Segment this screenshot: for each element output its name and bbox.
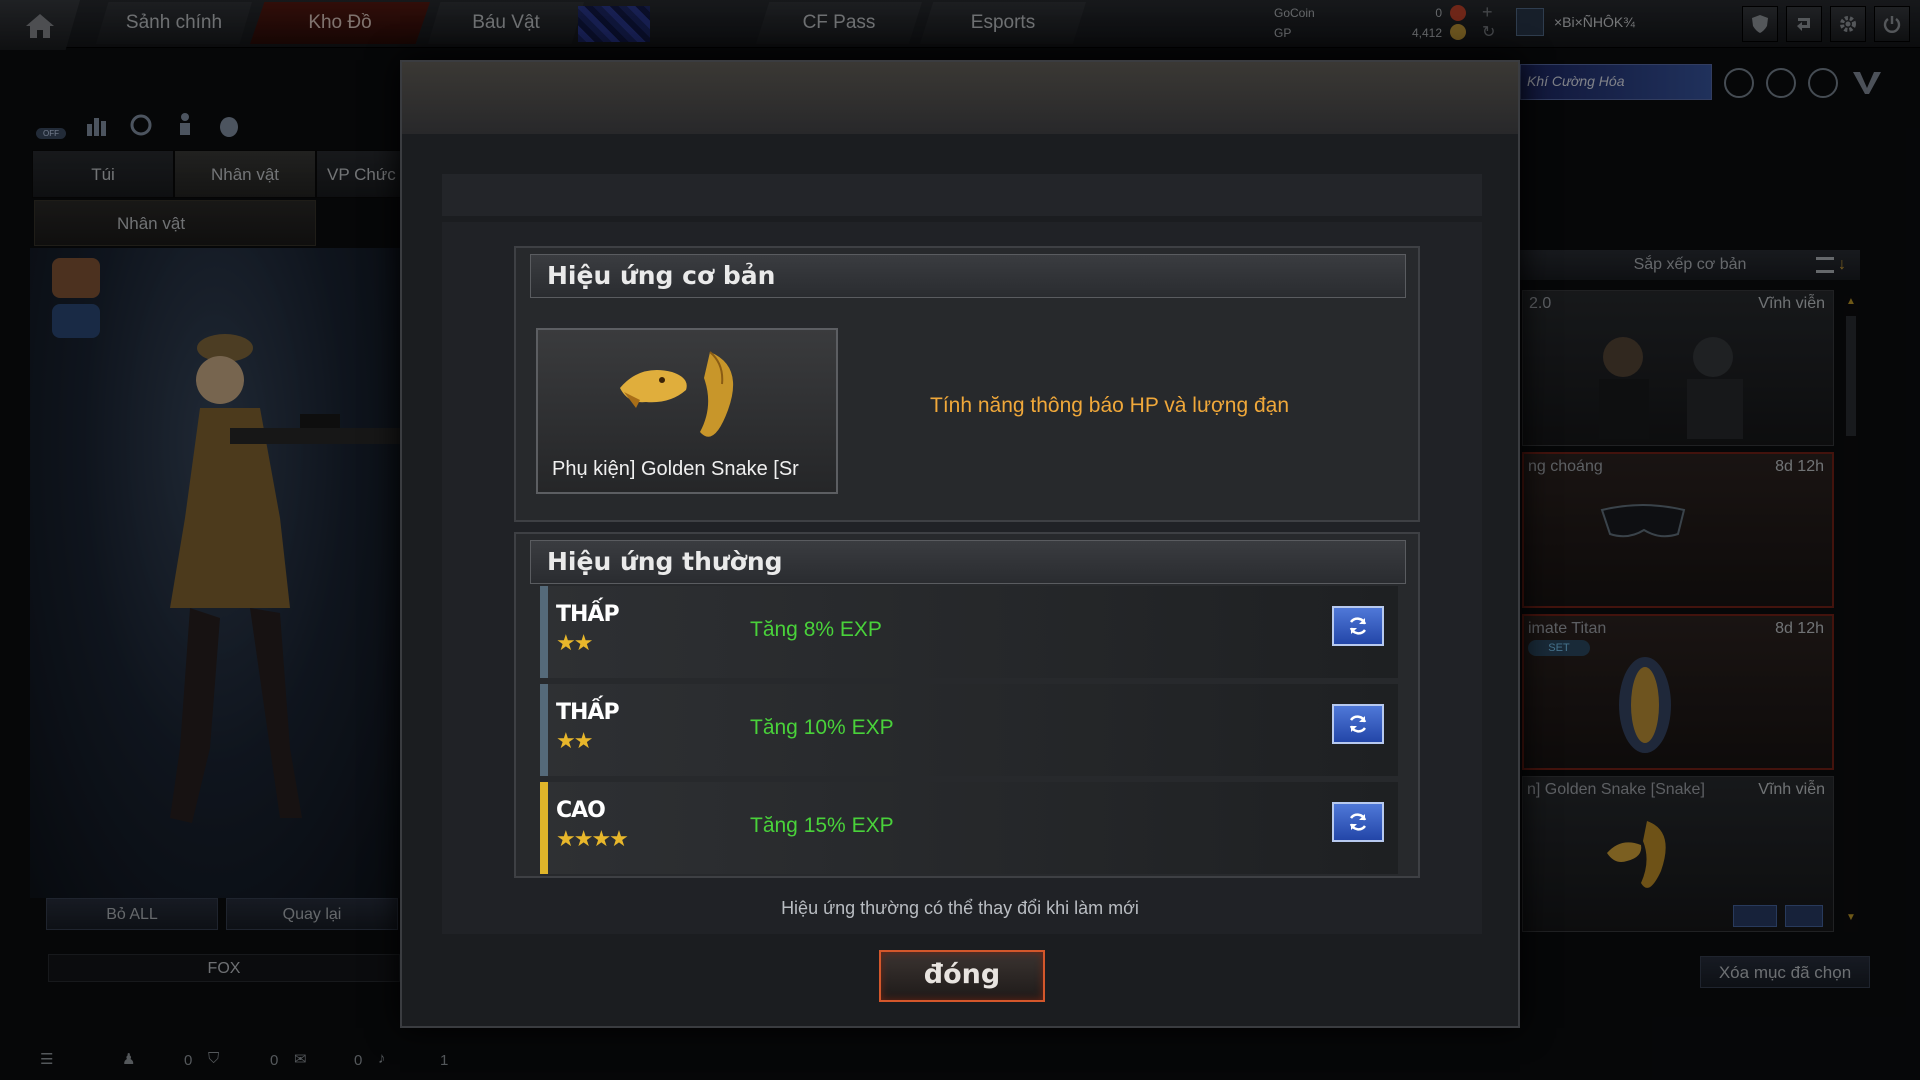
tier-indicator: [540, 586, 548, 678]
golden-snake-icon: [620, 351, 734, 437]
effect-text: Tăng 8% EXP: [750, 618, 882, 641]
effect-tier: THẤP: [556, 700, 620, 725]
refresh-effect-button[interactable]: [1332, 802, 1384, 842]
close-button[interactable]: đóng: [879, 950, 1045, 1002]
dialog-header: [402, 62, 1518, 134]
refresh-note: Hiệu ứng thường có thể thay đổi khi làm …: [781, 898, 1139, 918]
basic-effect-section: Hiệu ứng cơ bản Phụ kiện] Golden Snake […: [514, 246, 1420, 522]
refresh-effect-button[interactable]: [1332, 704, 1384, 744]
refresh-effect-button[interactable]: [1332, 606, 1384, 646]
item-name: Phụ kiện] Golden Snake [Sr: [552, 458, 799, 480]
effect-row: THẤP ★★ Tăng 8% EXP: [540, 586, 1398, 678]
normal-effect-title: Hiệu ứng thường: [530, 540, 1406, 584]
basic-effect-description: Tính năng thông báo HP và lượng đạn: [930, 394, 1290, 417]
refresh-icon: [1349, 617, 1367, 635]
effect-row: CAO ★★★★ Tăng 15% EXP: [540, 782, 1398, 874]
effect-stars: ★★: [556, 728, 593, 753]
item-preview: Phụ kiện] Golden Snake [Sr: [536, 328, 838, 494]
tier-indicator: [540, 782, 548, 874]
dialog-subheader: [442, 174, 1482, 216]
effect-text: Tăng 10% EXP: [750, 716, 894, 739]
effect-stars: ★★★★: [556, 826, 629, 851]
effect-stars: ★★: [556, 630, 593, 655]
effect-text: Tăng 15% EXP: [750, 814, 894, 837]
refresh-icon: [1349, 715, 1367, 733]
normal-effect-section: Hiệu ứng thường THẤP ★★ Tăng 8% EXP THẤP…: [514, 532, 1420, 878]
refresh-icon: [1349, 813, 1367, 831]
tier-indicator: [540, 684, 548, 776]
effect-tier: THẤP: [556, 602, 620, 627]
effect-row: THẤP ★★ Tăng 10% EXP: [540, 684, 1398, 776]
basic-effect-title: Hiệu ứng cơ bản: [530, 254, 1406, 298]
effect-info-dialog: Hiệu ứng cơ bản Phụ kiện] Golden Snake […: [400, 60, 1520, 1028]
effect-tier: CAO: [556, 798, 606, 823]
